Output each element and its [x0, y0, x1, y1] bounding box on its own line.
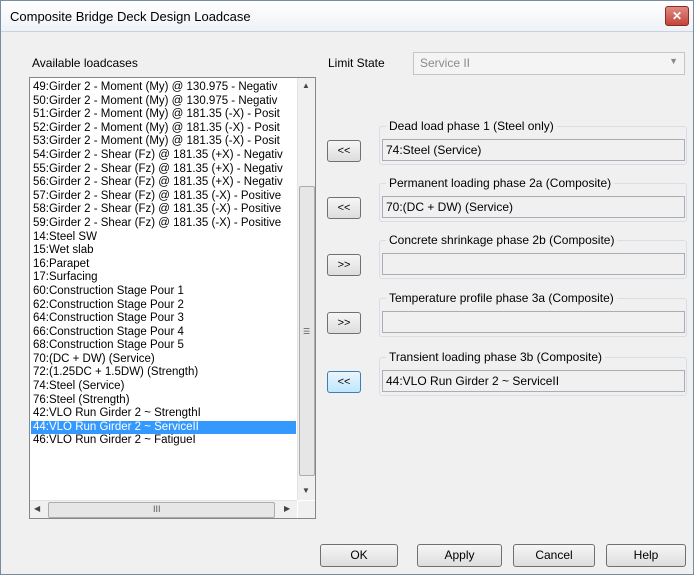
horizontal-scroll-thumb[interactable]: III: [48, 502, 275, 518]
scroll-right-icon[interactable]: ▶: [284, 504, 290, 513]
grip-icon: ☰: [303, 327, 311, 336]
list-item[interactable]: 76:Steel (Strength): [31, 394, 296, 408]
apply-button[interactable]: Apply: [417, 544, 502, 567]
phase2b-title: Concrete shrinkage phase 2b (Composite): [386, 233, 618, 247]
phase3a-title: Temperature profile phase 3a (Composite): [386, 291, 617, 305]
help-button[interactable]: Help: [606, 544, 686, 567]
vertical-scrollbar[interactable]: ▲ ☰ ▼: [297, 78, 315, 500]
horizontal-scrollbar[interactable]: ◀ III ▶: [30, 500, 297, 518]
title-bar: Composite Bridge Deck Design Loadcase ✕: [1, 1, 693, 32]
phase2b-move-button[interactable]: >>: [327, 254, 361, 276]
phase1-title: Dead load phase 1 (Steel only): [386, 119, 557, 133]
list-item[interactable]: 53:Girder 2 - Moment (My) @ 181.35 (-X) …: [31, 135, 296, 149]
grip-icon: III: [153, 504, 161, 514]
scroll-left-icon[interactable]: ◀: [34, 504, 40, 513]
list-item[interactable]: 66:Construction Stage Pour 4: [31, 326, 296, 340]
phase3b-title: Transient loading phase 3b (Composite): [386, 350, 606, 364]
list-item[interactable]: 17:Surfacing: [31, 271, 296, 285]
available-loadcases-label: Available loadcases: [32, 56, 138, 70]
close-button[interactable]: ✕: [665, 6, 689, 26]
list-item[interactable]: 62:Construction Stage Pour 2: [31, 299, 296, 313]
list-item[interactable]: 50:Girder 2 - Moment (My) @ 130.975 - Ne…: [31, 95, 296, 109]
ok-button[interactable]: OK: [320, 544, 398, 567]
scroll-corner: [298, 501, 315, 518]
list-items: 49:Girder 2 - Moment (My) @ 130.975 - Ne…: [31, 81, 296, 448]
vertical-scroll-thumb[interactable]: ☰: [299, 186, 315, 476]
available-loadcases-list[interactable]: 49:Girder 2 - Moment (My) @ 130.975 - Ne…: [29, 77, 316, 519]
cancel-button[interactable]: Cancel: [513, 544, 595, 567]
list-item[interactable]: 57:Girder 2 - Shear (Fz) @ 181.35 (-X) -…: [31, 190, 296, 204]
list-item[interactable]: 74:Steel (Service): [31, 380, 296, 394]
list-item[interactable]: 70:(DC + DW) (Service): [31, 353, 296, 367]
list-item[interactable]: 59:Girder 2 - Shear (Fz) @ 181.35 (-X) -…: [31, 217, 296, 231]
list-item[interactable]: 16:Parapet: [31, 258, 296, 272]
list-item[interactable]: 49:Girder 2 - Moment (My) @ 130.975 - Ne…: [31, 81, 296, 95]
phase2a-move-button[interactable]: <<: [327, 197, 361, 219]
list-item[interactable]: 55:Girder 2 - Shear (Fz) @ 181.35 (+X) -…: [31, 163, 296, 177]
list-item[interactable]: 14:Steel SW: [31, 231, 296, 245]
list-item[interactable]: 68:Construction Stage Pour 5: [31, 339, 296, 353]
limit-state-dropdown[interactable]: Service II ▼: [413, 52, 685, 75]
list-item[interactable]: 44:VLO Run Girder 2 ~ ServiceII: [31, 420, 296, 435]
phase3b-move-button[interactable]: <<: [327, 371, 361, 393]
list-item[interactable]: 56:Girder 2 - Shear (Fz) @ 181.35 (+X) -…: [31, 176, 296, 190]
list-item[interactable]: 54:Girder 2 - Shear (Fz) @ 181.35 (+X) -…: [31, 149, 296, 163]
list-item[interactable]: 72:(1.25DC + 1.5DW) (Strength): [31, 366, 296, 380]
list-item[interactable]: 58:Girder 2 - Shear (Fz) @ 181.35 (-X) -…: [31, 203, 296, 217]
list-item[interactable]: 46:VLO Run Girder 2 ~ FatigueI: [31, 434, 296, 448]
scroll-down-icon[interactable]: ▼: [302, 486, 310, 495]
phase2a-title: Permanent loading phase 2a (Composite): [386, 176, 615, 190]
phase2b-field[interactable]: [382, 253, 685, 275]
close-icon: ✕: [671, 9, 683, 23]
phase3a-move-button[interactable]: >>: [327, 312, 361, 334]
phase3b-field[interactable]: 44:VLO Run Girder 2 ~ ServiceII: [382, 370, 685, 392]
limit-state-label: Limit State: [328, 56, 385, 70]
list-item[interactable]: 42:VLO Run Girder 2 ~ StrengthI: [31, 407, 296, 421]
list-item[interactable]: 15:Wet slab: [31, 244, 296, 258]
list-item[interactable]: 51:Girder 2 - Moment (My) @ 181.35 (-X) …: [31, 108, 296, 122]
phase1-field[interactable]: 74:Steel (Service): [382, 139, 685, 161]
scroll-up-icon[interactable]: ▲: [302, 81, 310, 90]
phase1-move-button[interactable]: <<: [327, 140, 361, 162]
chevron-down-icon: ▼: [669, 56, 678, 66]
list-item[interactable]: 64:Construction Stage Pour 3: [31, 312, 296, 326]
phase2a-field[interactable]: 70:(DC + DW) (Service): [382, 196, 685, 218]
dialog-title: Composite Bridge Deck Design Loadcase: [10, 9, 251, 24]
dialog-window: Composite Bridge Deck Design Loadcase ✕ …: [0, 0, 694, 575]
phase3a-field[interactable]: [382, 311, 685, 333]
list-item[interactable]: 52:Girder 2 - Moment (My) @ 181.35 (-X) …: [31, 122, 296, 136]
list-item[interactable]: 60:Construction Stage Pour 1: [31, 285, 296, 299]
limit-state-value: Service II: [420, 56, 471, 70]
